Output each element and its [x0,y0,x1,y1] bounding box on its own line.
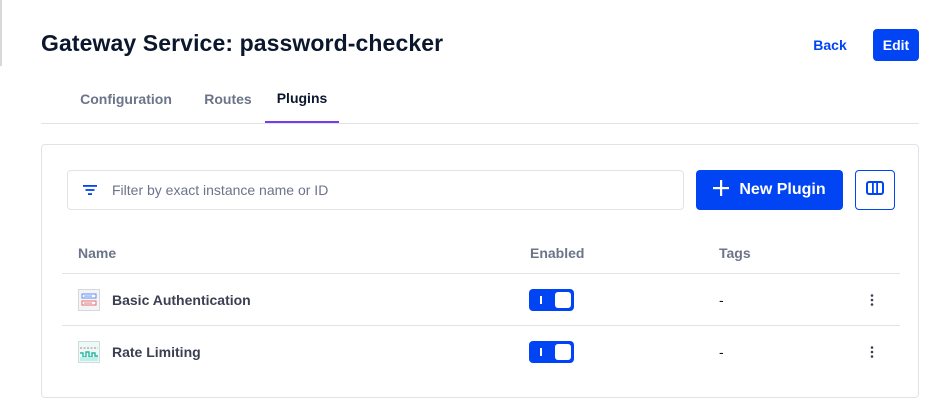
plugins-table: Name Enabled Tags Basic Authentication - [62,231,900,378]
plugins-card: New Plugin Name Enabled Tags [41,144,919,398]
plus-icon [713,179,730,201]
plugin-name[interactable]: Basic Authentication [112,274,251,326]
plugin-tags: - [719,344,724,360]
filter-input[interactable] [112,182,672,198]
column-visibility-button[interactable] [855,170,895,210]
page-title: Gateway Service: password-checker [41,30,444,56]
column-header-enabled[interactable]: Enabled [530,231,584,274]
window-edge [0,0,2,66]
table-header: Name Enabled Tags [62,231,900,274]
filter-icon [68,170,112,210]
more-actions-icon[interactable] [860,340,884,364]
plugin-tags: - [719,292,724,308]
table-columns-icon [866,180,884,200]
basic-auth-icon [78,289,100,311]
rate-limiting-icon [78,341,100,363]
tab-plugins[interactable]: Plugins [265,74,339,123]
column-header-tags[interactable]: Tags [719,231,751,274]
enabled-toggle[interactable] [529,341,574,363]
enabled-toggle[interactable] [529,289,574,311]
tab-bar: Configuration Routes Plugins [41,74,919,124]
more-actions-icon[interactable] [860,288,884,312]
tab-configuration[interactable]: Configuration [61,74,191,123]
column-header-name[interactable]: Name [78,231,116,274]
new-plugin-button[interactable]: New Plugin [696,170,843,210]
plugin-name[interactable]: Rate Limiting [112,326,201,378]
table-row[interactable]: Rate Limiting - [62,326,900,378]
back-button[interactable]: Back [800,31,860,59]
tab-routes[interactable]: Routes [191,74,265,123]
table-row[interactable]: Basic Authentication - [62,274,900,326]
new-plugin-label: New Plugin [739,181,826,198]
edit-button[interactable]: Edit [873,29,919,61]
filter-field[interactable] [67,170,684,210]
